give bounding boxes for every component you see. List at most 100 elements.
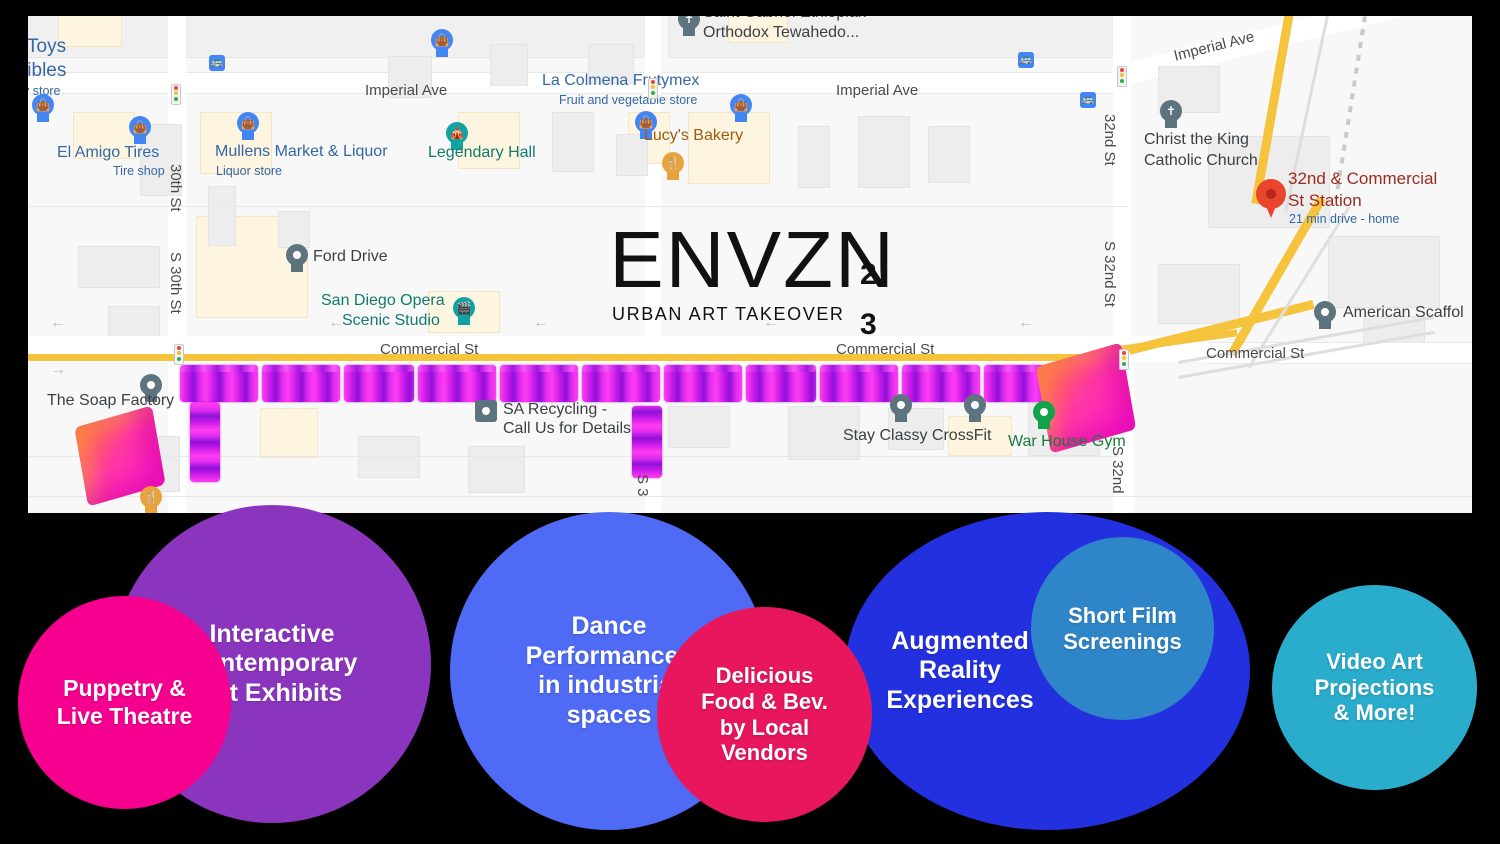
road-edge bbox=[1208, 342, 1472, 343]
art-installation-ribbon bbox=[344, 365, 414, 402]
building bbox=[78, 246, 160, 288]
parcel-line bbox=[28, 496, 1472, 497]
map-label-la-colmena: La Colmena Frutymex bbox=[542, 72, 700, 89]
street-label-imperial-mid: Imperial Ave bbox=[836, 82, 919, 99]
bus-stop-icon[interactable]: 🚌 bbox=[1080, 92, 1096, 108]
direction-arrow-icon: → bbox=[50, 361, 66, 378]
art-installation-ribbon bbox=[500, 365, 578, 402]
logo-wordmark: ENVZN bbox=[609, 215, 896, 304]
street-label-32nd: 32nd St bbox=[1101, 114, 1118, 166]
bubble-line: Short Film bbox=[1068, 602, 1177, 628]
direction-arrow-icon: ← bbox=[533, 314, 549, 331]
map-label-station: 32nd & Commercial bbox=[1288, 169, 1438, 188]
map-label-lucys-bakery: Lucy's Bakery bbox=[644, 127, 744, 144]
bus-stop-icon[interactable]: 🚌 bbox=[209, 55, 225, 71]
store-pin-icon[interactable]: 👜 bbox=[32, 94, 54, 124]
bubble-line: Reality bbox=[919, 656, 1001, 685]
bubble-line: Vendors bbox=[721, 740, 808, 766]
land-block bbox=[28, 16, 660, 58]
bubble-line: Augmented bbox=[891, 626, 1029, 655]
store-pin-icon[interactable]: 👜 bbox=[730, 94, 752, 124]
direction-arrow-icon: ← bbox=[1018, 314, 1034, 331]
church-pin-icon[interactable]: ✝ bbox=[678, 16, 700, 38]
parcel-line bbox=[28, 206, 1128, 207]
street-label-30th: 30th St bbox=[167, 164, 184, 212]
building bbox=[208, 186, 236, 246]
map-label-soap-factory: The Soap Factory bbox=[47, 392, 175, 409]
art-installation-ribbon bbox=[984, 365, 1044, 402]
map-label-christ-the-king: Christ the King bbox=[1144, 131, 1249, 148]
building bbox=[928, 126, 970, 183]
business-pin-icon[interactable] bbox=[286, 244, 308, 274]
map-label-la-colmena-sub: Fruit and vegetable store bbox=[559, 93, 698, 107]
gym-pin-icon[interactable] bbox=[964, 394, 986, 424]
bubble-line: Puppetry & bbox=[63, 675, 186, 702]
store-pin-icon[interactable]: 👜 bbox=[237, 112, 259, 142]
parcel bbox=[260, 408, 318, 458]
building bbox=[668, 406, 730, 448]
bubble-line: Video Art bbox=[1326, 648, 1423, 674]
bubble-line: Screenings bbox=[1063, 628, 1182, 654]
bubble-line: Dance bbox=[571, 612, 647, 640]
street-label-imperial-left: Imperial Ave bbox=[365, 82, 448, 99]
map-label-station-line2: St Station bbox=[1288, 191, 1362, 210]
bubble-line: Projections bbox=[1314, 674, 1435, 700]
building bbox=[798, 126, 830, 188]
restaurant-pin-icon[interactable]: 🍴 bbox=[140, 486, 162, 513]
map-label-mullens-market: Mullens Market & Liquor bbox=[215, 143, 388, 160]
art-installation-ribbon bbox=[418, 365, 496, 402]
recycling-icon[interactable] bbox=[475, 400, 497, 422]
gym-pin-icon[interactable] bbox=[1033, 401, 1055, 431]
feature-bubble-short-film[interactable]: Short Film Screenings bbox=[1031, 537, 1214, 720]
bubble-line: Delicious bbox=[715, 662, 814, 688]
road-commercial-highlight bbox=[28, 354, 1128, 361]
street-label-s32nd: S 32nd St bbox=[1101, 241, 1118, 307]
traffic-light-icon bbox=[1117, 66, 1127, 87]
art-installation-ribbon bbox=[632, 406, 662, 478]
map-label-catholic-church: Catholic Church bbox=[1144, 152, 1258, 169]
map-label-orthodox-tewahedo: Orthodox Tewahedo... bbox=[703, 24, 860, 41]
building bbox=[468, 446, 525, 493]
restaurant-pin-icon[interactable]: 🍴 bbox=[662, 152, 684, 182]
building bbox=[552, 112, 594, 172]
station-pin-icon[interactable] bbox=[1256, 179, 1286, 219]
map-label-american-scaffold: American Scaffol bbox=[1343, 304, 1464, 321]
art-installation-ribbon bbox=[582, 365, 660, 402]
logo-year-top: 2 bbox=[860, 258, 877, 291]
map-label-saint-gabriel: Saint Gabriel Ethiopian bbox=[703, 16, 867, 22]
bus-stop-icon[interactable]: 🚌 bbox=[1018, 52, 1034, 68]
building bbox=[1328, 236, 1440, 308]
parcel bbox=[688, 112, 770, 184]
studio-pin-icon[interactable]: 🎬 bbox=[453, 297, 475, 327]
map-label-sa-recycling-sub: Call Us for Details bbox=[503, 420, 632, 437]
street-label-commercial-right: Commercial St bbox=[1206, 345, 1305, 362]
gym-pin-icon[interactable] bbox=[890, 394, 912, 424]
art-installation-ribbon bbox=[746, 365, 816, 402]
building bbox=[1158, 264, 1240, 324]
store-pin-icon[interactable]: 👜 bbox=[129, 116, 151, 146]
map-label-station-drive-time: 21 min drive - home bbox=[1289, 212, 1400, 226]
map-label-el-amigo-tires: El Amigo Tires bbox=[57, 144, 160, 161]
street-label-s3: S 3 bbox=[634, 474, 651, 497]
bubble-line: Food & Bev. bbox=[701, 688, 828, 714]
store-pin-icon[interactable]: 👜 bbox=[431, 29, 453, 59]
art-installation-ribbon bbox=[190, 402, 220, 482]
map-label-sa-recycling: SA Recycling - bbox=[503, 401, 608, 418]
building bbox=[858, 116, 910, 188]
building bbox=[490, 44, 528, 86]
feature-bubble-video-art[interactable]: Video Art Projections & More! bbox=[1272, 585, 1477, 790]
bubble-line: Live Theatre bbox=[56, 702, 193, 729]
map-label-toys: Toys bbox=[28, 36, 67, 57]
logo-year-bottom: 3 bbox=[860, 308, 877, 341]
feature-bubble-puppetry[interactable]: Puppetry & Live Theatre bbox=[18, 596, 231, 809]
map-label-mullens-sub: Liquor store bbox=[216, 164, 283, 178]
feature-bubble-food-beverage[interactable]: Delicious Food & Bev. by Local Vendors bbox=[657, 607, 872, 822]
street-label-commercial-left: Commercial St bbox=[380, 341, 479, 358]
map-label-stay-classy-crossfit: Stay Classy CrossFit bbox=[843, 427, 992, 444]
map-label-sd-opera-sub: Scenic Studio bbox=[342, 312, 440, 329]
street-label-s30th: S 30th St bbox=[167, 252, 184, 314]
parcel bbox=[58, 16, 122, 47]
business-pin-icon[interactable] bbox=[1314, 301, 1336, 331]
church-pin-icon[interactable]: ✝ bbox=[1160, 100, 1182, 130]
art-installation-ribbon bbox=[180, 365, 258, 402]
